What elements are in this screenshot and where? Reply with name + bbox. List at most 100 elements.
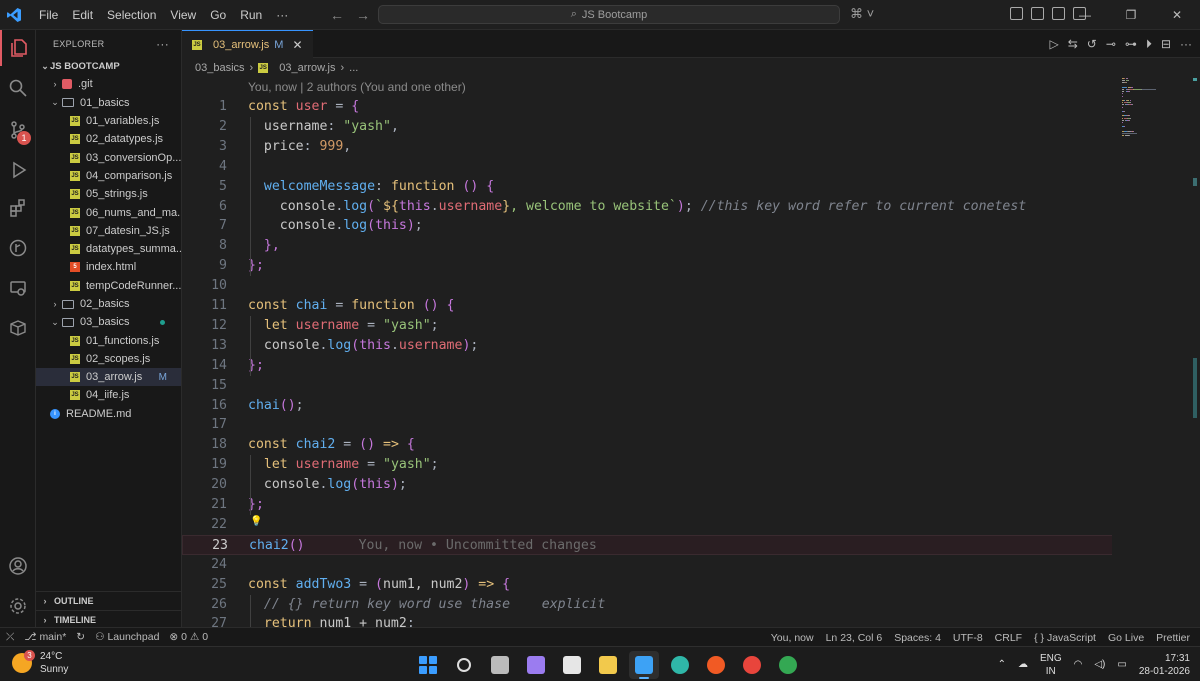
weather-widget[interactable]: 3 24°C Sunny [12,650,68,676]
code-line[interactable]: 18 const chai2 = () => { [182,435,1112,455]
code-line[interactable]: 26 // {} return key word use thase expli… [182,595,1112,615]
brave-app[interactable] [701,651,731,679]
vscode-app[interactable] [629,651,659,679]
lightbulb-icon[interactable]: 💡 [250,516,262,527]
sidebar-item[interactable]: JS 02_datatypes.js [36,130,181,148]
minimap[interactable] [1122,78,1192,158]
code-line[interactable]: 27 return num1 + num2; [182,614,1112,627]
codelens-blame[interactable]: You, now | 2 authors (You and one other) [248,78,466,97]
breadcrumb-symbol[interactable]: ... [349,62,358,74]
sidebar-item[interactable]: JS 03_conversionOp... [36,148,181,166]
sidebar-item[interactable]: i README.md [36,405,181,423]
back-arrow-icon[interactable]: ← [330,7,344,23]
remote-icon[interactable]: ⤫ [6,631,14,644]
code-line[interactable]: 8 }, [182,236,1112,256]
tab-03-arrow-js[interactable]: JS 03_arrow.js M ✕ [182,30,313,58]
sidebar-item[interactable]: 5 index.html [36,258,181,276]
more-actions-icon[interactable]: ··· [1180,37,1192,52]
code-line[interactable]: 19 let username = "yash"; [182,455,1112,475]
show-hidden-icons[interactable]: ⌃ [998,659,1006,670]
sync-icon[interactable]: ↻ [76,631,85,643]
chrome-app[interactable] [737,651,767,679]
extensions-icon[interactable] [0,190,36,226]
toggle-sidebar-icon[interactable] [1031,7,1044,20]
go-previous-change-icon[interactable]: ↺ [1087,37,1097,52]
sidebar-item[interactable]: JS 05_strings.js [36,185,181,203]
menu-item-edit[interactable]: Edit [65,0,100,30]
containers-icon[interactable] [0,310,36,346]
split-editor-icon[interactable]: ⊟ [1161,37,1171,52]
outline-section[interactable]: › OUTLINE [36,591,182,610]
copilot-icon[interactable]: ⌘ ˅ [850,6,874,22]
code-line[interactable]: 5 welcomeMessage: function () { [182,177,1112,197]
sidebar-item[interactable]: JS 07_datesin_JS.js [36,222,181,240]
code-line[interactable]: 10 [182,276,1112,296]
restore-button[interactable]: ❐ [1108,0,1154,30]
code-line[interactable]: 21}; [182,495,1112,515]
code-line[interactable]: 12 let username = "yash"; [182,316,1112,336]
code-line[interactable]: 20 console.log(this); [182,475,1112,495]
branch-item[interactable]: ⎇ main* [24,631,66,643]
sidebar-item[interactable]: JS 04_iife.js [36,386,181,404]
code-line[interactable]: 22 [182,515,1112,535]
sidebar-item[interactable]: JS 02_scopes.js [36,350,181,368]
run-file-icon[interactable]: ▷ [1050,37,1059,52]
sidebar-item[interactable]: JS 04_comparison.js [36,167,181,185]
more-actions-icon[interactable]: ··· [156,37,169,51]
wifi-icon[interactable]: ◠ [1074,659,1083,670]
git-graph-icon[interactable] [0,230,36,266]
go-next-change-icon[interactable]: ⊶ [1125,37,1137,52]
language-mode[interactable]: { } JavaScript [1034,632,1096,644]
code-line[interactable]: 7 console.log(this); [182,216,1112,236]
menu-item-view[interactable]: View [163,0,203,30]
menu-item-file[interactable]: File [32,0,65,30]
sidebar-item[interactable]: ⌄ 01_basics [36,94,181,112]
code-line[interactable]: 16 chai(); [182,396,1112,416]
sidebar-item[interactable]: JS tempCodeRunner... [36,277,181,295]
source-control-icon[interactable]: 1 [0,112,36,148]
code-line[interactable]: 25 const addTwo3 = (num1, num2) => { [182,575,1112,595]
command-center-search[interactable]: ⌕ JS Bootcamp [378,5,840,24]
battery-icon[interactable]: ▭ [1117,659,1126,670]
clock[interactable]: 17:31 28-01-2026 [1139,652,1190,678]
cursor-position[interactable]: Ln 23, Col 6 [826,632,883,644]
sidebar-item[interactable]: JS 01_functions.js [36,331,181,349]
manage-gear-icon[interactable] [0,588,36,624]
search-icon[interactable] [0,70,36,106]
workspace-folder[interactable]: ⌄ JS BOOTCAMP [36,57,181,75]
menu-item-more[interactable]: ··· [269,0,295,30]
account-icon[interactable] [0,548,36,584]
code-line[interactable]: 9}; [182,256,1112,276]
code-line[interactable]: 17 [182,415,1112,435]
indentation[interactable]: Spaces: 4 [894,632,941,644]
problems-item[interactable]: ⊗ 0 ⚠ 0 [169,631,208,643]
commit-icon[interactable]: ⊸ [1106,37,1116,52]
code-line[interactable]: 1 const user = { [182,97,1112,117]
sidebar-item[interactable]: › 02_basics [36,295,181,313]
code-line[interactable]: 13 console.log(this.username); [182,336,1112,356]
minimize-button[interactable]: — [1062,0,1108,30]
volume-icon[interactable]: ◁) [1094,659,1105,670]
code-line[interactable]: 3 price: 999, [182,137,1112,157]
store-app[interactable] [557,651,587,679]
encoding[interactable]: UTF-8 [953,632,983,644]
forward-arrow-icon[interactable]: → [356,7,370,23]
go-live-button[interactable]: Go Live [1108,632,1144,644]
edge-app[interactable] [665,651,695,679]
onedrive-icon[interactable]: ☁ [1018,659,1028,670]
copilot-app[interactable] [521,651,551,679]
code-line[interactable]: 2 username: "yash", [182,117,1112,137]
sidebar-item[interactable]: JS 01_variables.js [36,112,181,130]
code-line[interactable]: 11 const chai = function () { [182,296,1112,316]
line-ending[interactable]: CRLF [995,632,1022,644]
sidebar-item[interactable]: JS datatypes_summa... [36,240,181,258]
close-tab-icon[interactable]: ✕ [292,38,302,52]
sidebar-item[interactable]: JS 03_arrow.js M [36,368,181,387]
run-debug-icon[interactable] [0,152,36,188]
code-line[interactable]: 6 console.log(`${this.username}, welcome… [182,197,1112,217]
toggle-blame-icon[interactable]: ⏵ [1146,37,1152,52]
start-button[interactable] [413,651,443,679]
chrome-profile-app[interactable] [773,651,803,679]
menu-item-selection[interactable]: Selection [100,0,163,30]
task-view[interactable] [485,651,515,679]
